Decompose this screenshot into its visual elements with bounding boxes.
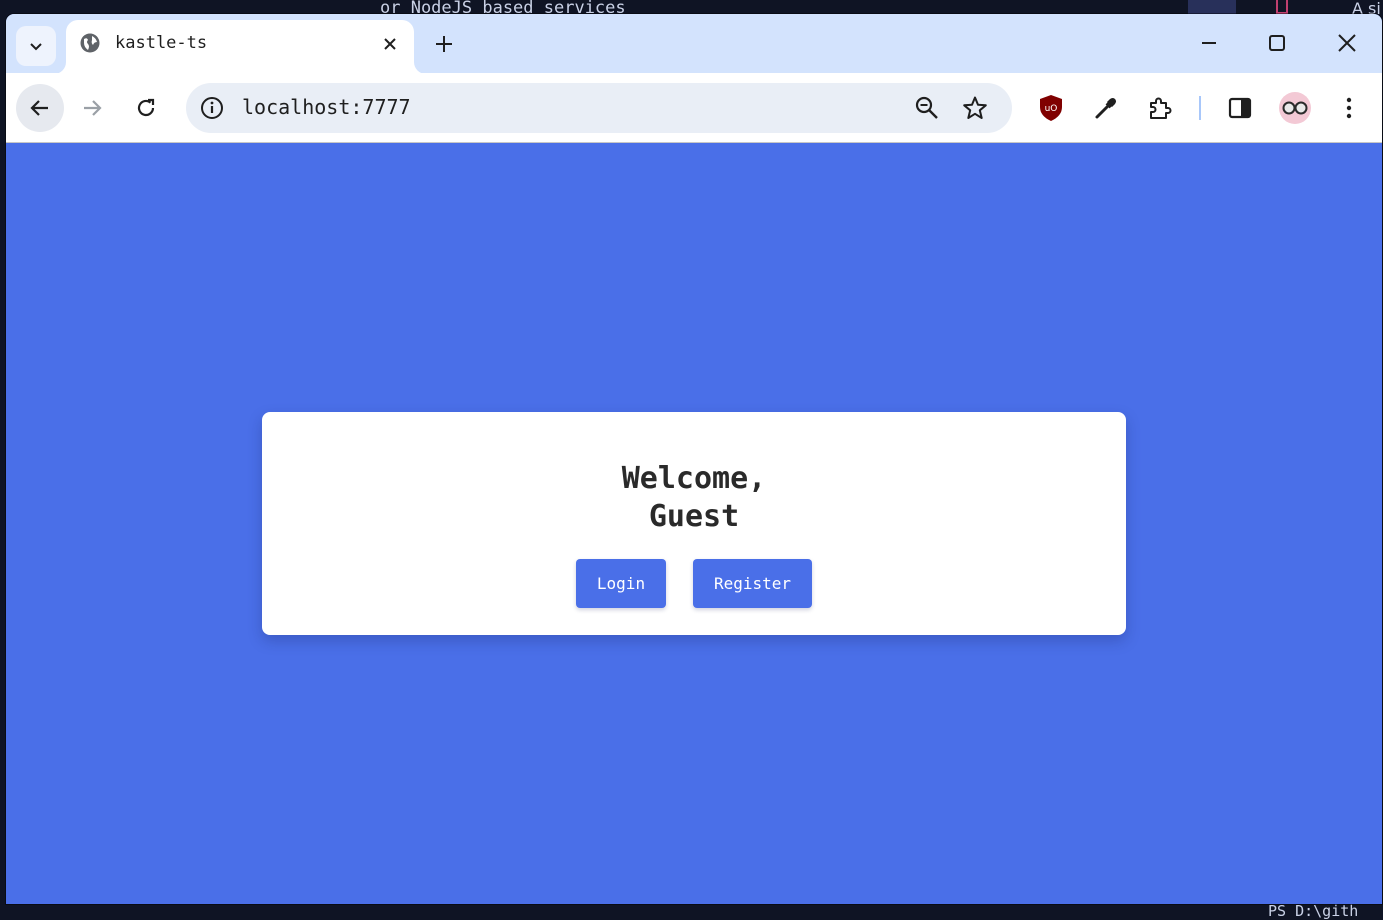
welcome-heading: Welcome, Guest: [262, 460, 1126, 536]
menu-button[interactable]: [1334, 93, 1364, 123]
register-button[interactable]: Register: [693, 559, 812, 608]
eyedropper-icon: [1095, 98, 1116, 119]
tab-strip: kastle-ts: [6, 14, 1382, 74]
welcome-line-2: Guest: [648, 499, 740, 534]
glasses-avatar-icon: [1282, 101, 1308, 115]
tab-active[interactable]: kastle-ts: [66, 20, 414, 74]
background-minimap: [1188, 0, 1236, 14]
login-button[interactable]: Login: [576, 559, 666, 608]
site-info-icon[interactable]: [200, 96, 224, 120]
close-tab-icon[interactable]: [380, 34, 400, 54]
minimize-button[interactable]: [1194, 28, 1224, 58]
background-marker: [1276, 0, 1288, 14]
more-vertical-icon: [1346, 97, 1352, 119]
back-button[interactable]: [16, 84, 64, 132]
browser-toolbar: localhost:7777 uO: [6, 73, 1382, 143]
arrow-right-icon: [84, 100, 102, 116]
page-content: Welcome, Guest Login Register: [6, 144, 1382, 904]
tab-title: kastle-ts: [115, 33, 208, 53]
extensions-button[interactable]: [1145, 93, 1175, 123]
new-tab-icon[interactable]: [432, 32, 456, 56]
address-bar[interactable]: localhost:7777: [186, 83, 1012, 133]
close-window-button[interactable]: [1332, 28, 1362, 58]
chevron-down-icon: [30, 43, 42, 51]
maximize-icon: [1269, 35, 1285, 51]
reload-icon: [137, 98, 155, 117]
arrow-left-icon: [30, 100, 48, 116]
bookmark-star-icon[interactable]: [962, 95, 988, 121]
reload-button[interactable]: [122, 84, 170, 132]
url-text[interactable]: localhost:7777: [242, 95, 411, 119]
toolbar-separator: [1199, 96, 1201, 120]
puzzle-extensions-icon: [1150, 97, 1172, 119]
ublock-origin-button[interactable]: uO: [1036, 93, 1066, 123]
svg-text:uO: uO: [1045, 104, 1058, 114]
close-icon: [1338, 34, 1356, 52]
eyedropper-button[interactable]: [1091, 93, 1121, 123]
globe-icon: [80, 33, 100, 53]
minimize-icon: [1202, 42, 1216, 44]
zoom-icon[interactable]: [914, 95, 940, 121]
profile-avatar[interactable]: [1279, 92, 1311, 124]
tab-search-button[interactable]: [16, 26, 56, 66]
forward-button[interactable]: [68, 84, 116, 132]
background-terminal-prompt: PS D:\gith: [1268, 902, 1359, 920]
maximize-button[interactable]: [1262, 28, 1292, 58]
side-panel-icon: [1228, 97, 1252, 119]
background-editor-text: or NodeJS based services: [380, 0, 626, 14]
browser-window: kastle-ts localhost:7777 uO Welcome, Gue…: [6, 14, 1382, 904]
welcome-line-1: Welcome,: [621, 461, 767, 496]
ublock-origin-icon: uO: [1040, 95, 1062, 121]
side-panel-button[interactable]: [1225, 93, 1255, 123]
welcome-card: Welcome, Guest Login Register: [262, 412, 1126, 635]
